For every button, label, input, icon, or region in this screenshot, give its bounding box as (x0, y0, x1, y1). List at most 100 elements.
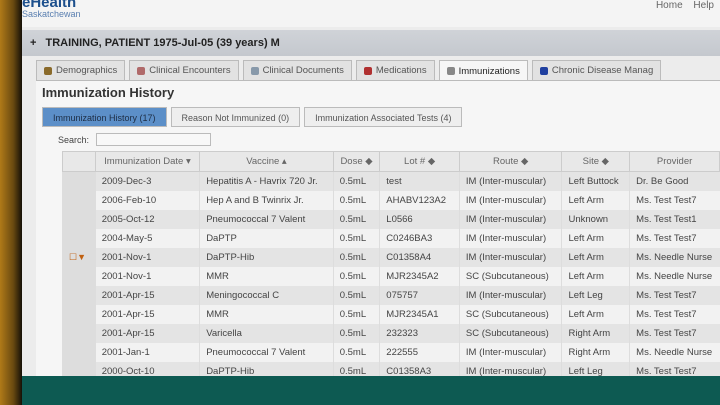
search-input[interactable] (96, 133, 211, 146)
home-link[interactable]: Home (656, 0, 683, 11)
table-row[interactable]: 2001-Nov-1 MMR 0.5mL MJR2345A2 SC (Subcutane… (62, 266, 720, 286)
table-row[interactable]: 2006-Feb-10 Hep A and B Twinrix Jr. 0.5mL A… (62, 190, 720, 210)
cell-dose: 0.5mL (332, 342, 380, 362)
tab-chronic-disease-manag[interactable]: Chronic Disease Manag (531, 60, 662, 80)
immunization-panel: Immunization History Immunization Histor… (36, 80, 720, 378)
subtab-reason-not-immunized[interactable]: Reason Not Immunized (0) (170, 107, 301, 127)
table-row[interactable]: 2005-Oct-12 Pneumococcal 7 Valent 0.5mL L05… (62, 209, 720, 229)
cell-dose: 0.5mL (332, 323, 380, 343)
cell-vaccine: Hepatitis A - Havrix 720 Jr. (199, 171, 334, 191)
expand-row-icon[interactable]: ☐▼ (69, 252, 86, 262)
logo-subtitle: Saskatchewan (22, 9, 81, 19)
column-header-date[interactable]: Immunization Date ▾ (94, 151, 201, 172)
cell-date: 2001-Apr-15 (94, 285, 200, 305)
tab-icon (44, 66, 52, 75)
cell-lot: L0566 (379, 209, 460, 229)
cell-vaccine: Hep A and B Twinrix Jr. (199, 190, 334, 210)
cell-route: IM (Inter-muscular) (458, 171, 562, 191)
tab-immunizations[interactable]: Immunizations (438, 60, 528, 81)
table-row[interactable]: 2009-Dec-3 Hepatitis A - Havrix 720 Jr. 0.… (62, 171, 720, 191)
cell-vaccine: Pneumococcal 7 Valent (199, 209, 334, 229)
desk-background (22, 376, 720, 405)
cell-provider: Ms. Test Test7 (629, 228, 720, 248)
cell-vaccine: Varicella (199, 323, 334, 343)
cell-provider: Ms. Test Test7 (629, 285, 720, 305)
tab-icon (250, 66, 259, 75)
tab-label: Immunizations (458, 65, 520, 77)
cell-vaccine: Meningococcal C (199, 285, 334, 305)
search: Search: (58, 133, 211, 146)
main-tabs: Demographics Clinical Encounters Clinical … (36, 60, 662, 81)
cell-provider: Ms. Needle Nurse (629, 247, 720, 267)
cell-site: Left Leg (561, 285, 630, 305)
tab-clinical-encounters[interactable]: Clinical Encounters (129, 60, 239, 80)
tab-demographics[interactable]: Demographics (36, 60, 126, 80)
cell-provider: Ms. Test Test7 (629, 190, 720, 210)
column-header-lot[interactable]: Lot # ◆ (379, 151, 460, 172)
tab-label: Medications (375, 65, 427, 76)
column-header-actions (62, 151, 96, 172)
cell-dose: 0.5mL (332, 247, 380, 267)
header: eHealth Saskatchewan Home Help (22, 0, 720, 27)
cell-site: Left Arm (561, 228, 630, 248)
expand-patient-button[interactable]: + (30, 37, 36, 49)
cell-date: 2001-Nov-1 (94, 266, 200, 286)
monitor-bezel (0, 0, 22, 405)
column-header-vaccine[interactable]: Vaccine ▴ (199, 151, 334, 172)
column-header-site[interactable]: Site ◆ (561, 151, 631, 172)
cell-site: Left Arm (561, 266, 630, 286)
top-links: Home Help (648, 0, 714, 11)
help-link[interactable]: Help (693, 0, 714, 11)
cell-provider: Ms. Needle Nurse (629, 266, 720, 286)
cell-provider: Ms. Needle Nurse (629, 342, 720, 362)
cell-site: Left Arm (561, 190, 630, 210)
table-row[interactable]: 2001-Apr-15 MMR 0.5mL MJR2345A1 SC (Subcutan… (62, 304, 720, 324)
patient-label: TRAINING, PATIENT 1975-Jul-05 (39 years)… (45, 37, 280, 49)
cell-dose: 0.5mL (332, 209, 380, 229)
cell-date: 2001-Nov-1 (94, 247, 200, 267)
tab-clinical-documents[interactable]: Clinical Documents (242, 60, 352, 80)
row-actions (62, 323, 96, 343)
cell-site: Right Arm (561, 323, 630, 343)
row-actions (62, 190, 96, 210)
cell-lot: 075757 (379, 285, 460, 305)
table-row[interactable]: 2001-Apr-15 Varicella 0.5mL 232323 SC (Subcu… (62, 323, 720, 343)
table-row[interactable]: 2001-Apr-15 Meningococcal C 0.5mL 075757 IM … (62, 285, 720, 305)
subtab-associated-tests[interactable]: Immunization Associated Tests (4) (304, 107, 463, 127)
row-actions (62, 228, 96, 248)
tab-label: Chronic Disease Manag (551, 65, 654, 76)
tab-medications[interactable]: Medications (355, 60, 435, 80)
cell-vaccine: MMR (199, 304, 334, 324)
table-row[interactable]: ☐▼ 2001-Nov-1 DaPTP-Hib 0.5mL C01358A4 IM (In… (62, 247, 720, 267)
subtab-immunization-history[interactable]: Immunization History (17) (42, 107, 167, 127)
tab-icon (137, 66, 146, 75)
column-header-route[interactable]: Route ◆ (458, 151, 563, 172)
cell-site: Left Buttock (561, 171, 630, 191)
cell-site: Unknown (561, 209, 630, 229)
cell-provider: Dr. Be Good (629, 171, 720, 191)
cell-date: 2005-Oct-12 (94, 209, 200, 229)
cell-date: 2009-Dec-3 (94, 171, 200, 191)
cell-dose: 0.5mL (332, 304, 380, 324)
tab-icon (446, 67, 455, 75)
column-header-provider[interactable]: Provider (629, 151, 720, 172)
cell-vaccine: Pneumococcal 7 Valent (199, 342, 334, 362)
cell-lot: MJR2345A2 (379, 266, 460, 286)
table-row[interactable]: 2004-May-5 DaPTP 0.5mL C0246BA3 IM (Inter-mu… (62, 228, 720, 248)
cell-route: IM (Inter-muscular) (458, 247, 562, 267)
cell-provider: Ms. Test Test1 (629, 209, 720, 229)
row-actions (62, 285, 96, 305)
cell-date: 2001-Apr-15 (94, 304, 200, 324)
tab-label: Clinical Encounters (149, 65, 231, 76)
cell-vaccine: DaPTP-Hib (199, 247, 334, 267)
cell-route: SC (Subcutaneous) (458, 304, 562, 324)
cell-lot: C01358A4 (379, 247, 460, 267)
search-label: Search: (58, 135, 90, 145)
column-header-dose[interactable]: Dose ◆ (332, 151, 381, 172)
cell-lot: MJR2345A1 (379, 304, 460, 324)
cell-route: SC (Subcutaneous) (458, 323, 562, 343)
screen: eHealth Saskatchewan Home Help + TRAININ… (22, 0, 720, 378)
row-actions (62, 209, 96, 229)
cell-lot: C0246BA3 (379, 228, 460, 248)
table-row[interactable]: 2001-Jan-1 Pneumococcal 7 Valent 0.5mL 2225… (62, 342, 720, 362)
